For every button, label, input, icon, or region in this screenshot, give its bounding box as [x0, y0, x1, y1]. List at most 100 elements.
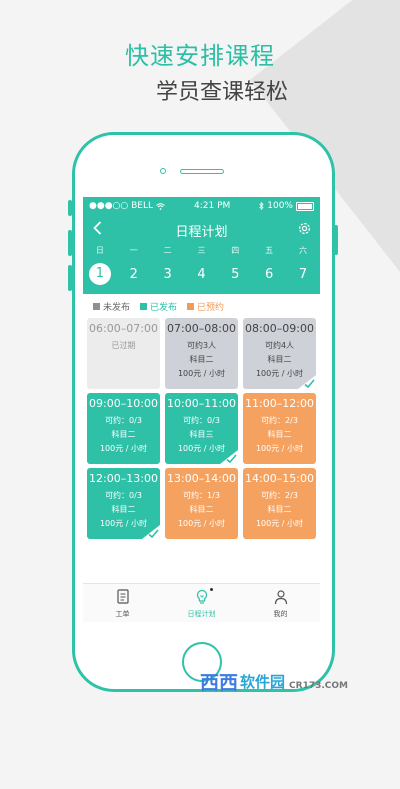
checkmark-icon	[298, 375, 316, 389]
slot-time: 13:00–14:00	[167, 472, 236, 485]
slot-price: 100元 / 小时	[255, 519, 304, 528]
date-number: 5	[231, 266, 240, 282]
tab-label: 日程计划	[187, 610, 216, 618]
date-cell[interactable]: 5	[218, 267, 252, 282]
weekday-label: 四	[231, 246, 240, 255]
slot-subject: 科目二	[267, 505, 292, 514]
slot-subject: 科目二	[111, 505, 136, 514]
promo-headline: 快速安排课程	[125, 42, 275, 70]
date-cell[interactable]: 3	[151, 267, 185, 282]
gear-icon	[299, 223, 310, 234]
slot-subject: 科目二	[267, 430, 292, 439]
phone-power-button	[334, 225, 338, 255]
page-title: 日程计划	[175, 224, 228, 240]
wifi-icon	[156, 202, 165, 210]
time-slot-card[interactable]: 13:00–14:00 可约：1/3 科目二 100元 / 小时	[165, 468, 238, 539]
bluetooth-icon	[259, 202, 264, 210]
time-slot-card[interactable]: 08:00–09:00 可约4人 科目二 100元 / 小时	[243, 318, 316, 389]
legend-swatch	[140, 302, 148, 310]
weekday-row: 日一二三四五六	[83, 245, 320, 259]
document-icon	[83, 589, 162, 607]
checkmark-icon	[220, 450, 238, 464]
slot-capacity: 可约：1/3	[183, 491, 220, 500]
date-row: 1 2 3 4 5 6 7	[83, 259, 320, 289]
legend-label: 已发布	[150, 302, 178, 313]
date-cell[interactable]: 1	[83, 263, 117, 285]
time-slot-card[interactable]: 09:00–10:00 可约：0/3 科目二 100元 / 小时	[87, 393, 160, 464]
time-slot-card[interactable]: 06:00–07:00 已过期	[87, 318, 160, 389]
time-slot-card[interactable]: 07:00–08:00 可约3人 科目二 100元 / 小时	[165, 318, 238, 389]
slot-subject: 科目二	[111, 430, 136, 439]
nav-bar: 日程计划	[83, 215, 320, 245]
chevron-left-icon	[93, 221, 102, 235]
slot-time: 06:00–07:00	[89, 322, 158, 335]
slot-capacity: 可约4人	[264, 341, 295, 350]
weekday-label: 三	[197, 246, 206, 255]
date-cell[interactable]: 4	[185, 267, 219, 282]
tab-item[interactable]: 工单	[83, 584, 162, 622]
phone-camera	[160, 168, 166, 174]
date-selected: 1	[88, 263, 111, 285]
battery-percent: 100%	[267, 201, 293, 211]
watermark: 西西 软件园 CR173.COM	[200, 668, 348, 695]
slot-time: 09:00–10:00	[89, 397, 158, 410]
slot-subject: 科目三	[189, 430, 214, 439]
date-number: 7	[298, 266, 308, 282]
tab-item[interactable]: 日程计划	[162, 584, 241, 622]
phone-volume-up	[68, 230, 72, 256]
slot-capacity: 可约：2/3	[261, 491, 298, 500]
carrier-label: ●●●○○ BELL	[89, 201, 154, 211]
tab-label: 我的	[273, 610, 288, 618]
slot-time: 12:00–13:00	[89, 472, 158, 485]
checkmark-icon	[142, 525, 160, 539]
slot-time: 11:00–12:00	[245, 397, 314, 410]
watermark-logo-sub: 软件园	[240, 673, 286, 691]
tab-item[interactable]: 我的	[241, 584, 320, 622]
slot-subject: 科目二	[267, 355, 292, 364]
person-icon	[241, 589, 320, 607]
date-number: 6	[265, 266, 274, 282]
legend-swatch	[187, 302, 195, 310]
slot-capacity: 可约：0/3	[105, 491, 142, 500]
legend-item: 未发布	[93, 300, 130, 313]
app-header: ●●●○○ BELL 4:21 PM 100% 日程计划 日 一 二 三 四 五…	[83, 197, 320, 294]
legend-label: 未发布	[103, 302, 131, 313]
date-cell[interactable]: 2	[117, 267, 151, 282]
weekday-label: 一	[129, 246, 138, 255]
date-number: 3	[163, 266, 172, 282]
time-slot-card[interactable]: 11:00–12:00 可约：2/3 科目二 100元 / 小时	[243, 393, 316, 464]
slot-price: 100元 / 小时	[255, 444, 304, 453]
weekday-label: 日	[95, 246, 104, 255]
legend: 未发布 已发布 已预约	[83, 296, 320, 316]
time-slot-card[interactable]: 12:00–13:00 可约：0/3 科目二 100元 / 小时	[87, 468, 160, 539]
weekday-label: 二	[163, 246, 172, 255]
app-screen: ●●●○○ BELL 4:21 PM 100% 日程计划 日 一 二 三 四 五…	[83, 197, 320, 622]
phone-volume-down	[68, 265, 72, 291]
time-slot-card[interactable]: 10:00–11:00 可约：0/3 科目三 100元 / 小时	[165, 393, 238, 464]
legend-label: 已预约	[197, 302, 225, 313]
weekday-label: 六	[298, 246, 307, 255]
slot-expired-label: 已过期	[111, 341, 136, 350]
status-bar: ●●●○○ BELL 4:21 PM 100%	[83, 197, 320, 215]
slot-capacity: 可约：0/3	[105, 416, 142, 425]
battery-icon	[295, 201, 314, 211]
settings-button[interactable]	[297, 221, 312, 240]
legend-item: 已预约	[187, 300, 224, 313]
notification-dot	[209, 588, 213, 591]
lightbulb-icon	[162, 589, 241, 607]
phone-mute-switch	[68, 200, 72, 216]
date-cell[interactable]: 6	[252, 267, 286, 282]
promo-subheadline: 学员查课轻松	[155, 80, 288, 105]
slot-subject: 科目二	[189, 505, 214, 514]
slot-price: 100元 / 小时	[99, 444, 148, 453]
time-slot-card[interactable]: 14:00–15:00 可约：2/3 科目二 100元 / 小时	[243, 468, 316, 539]
status-time: 4:21 PM	[194, 201, 231, 211]
schedule-grid: 06:00–07:00 已过期 07:00–08:00 可约3人 科目二 100元 / 小…	[87, 318, 316, 539]
slot-time: 10:00–11:00	[167, 397, 236, 410]
date-number: 2	[129, 266, 138, 282]
back-button[interactable]	[93, 221, 102, 238]
watermark-logo-brand: 西西	[200, 672, 239, 694]
slot-price: 100元 / 小时	[177, 369, 226, 378]
date-cell[interactable]: 7	[286, 267, 320, 282]
slot-capacity: 可约：2/3	[261, 416, 298, 425]
